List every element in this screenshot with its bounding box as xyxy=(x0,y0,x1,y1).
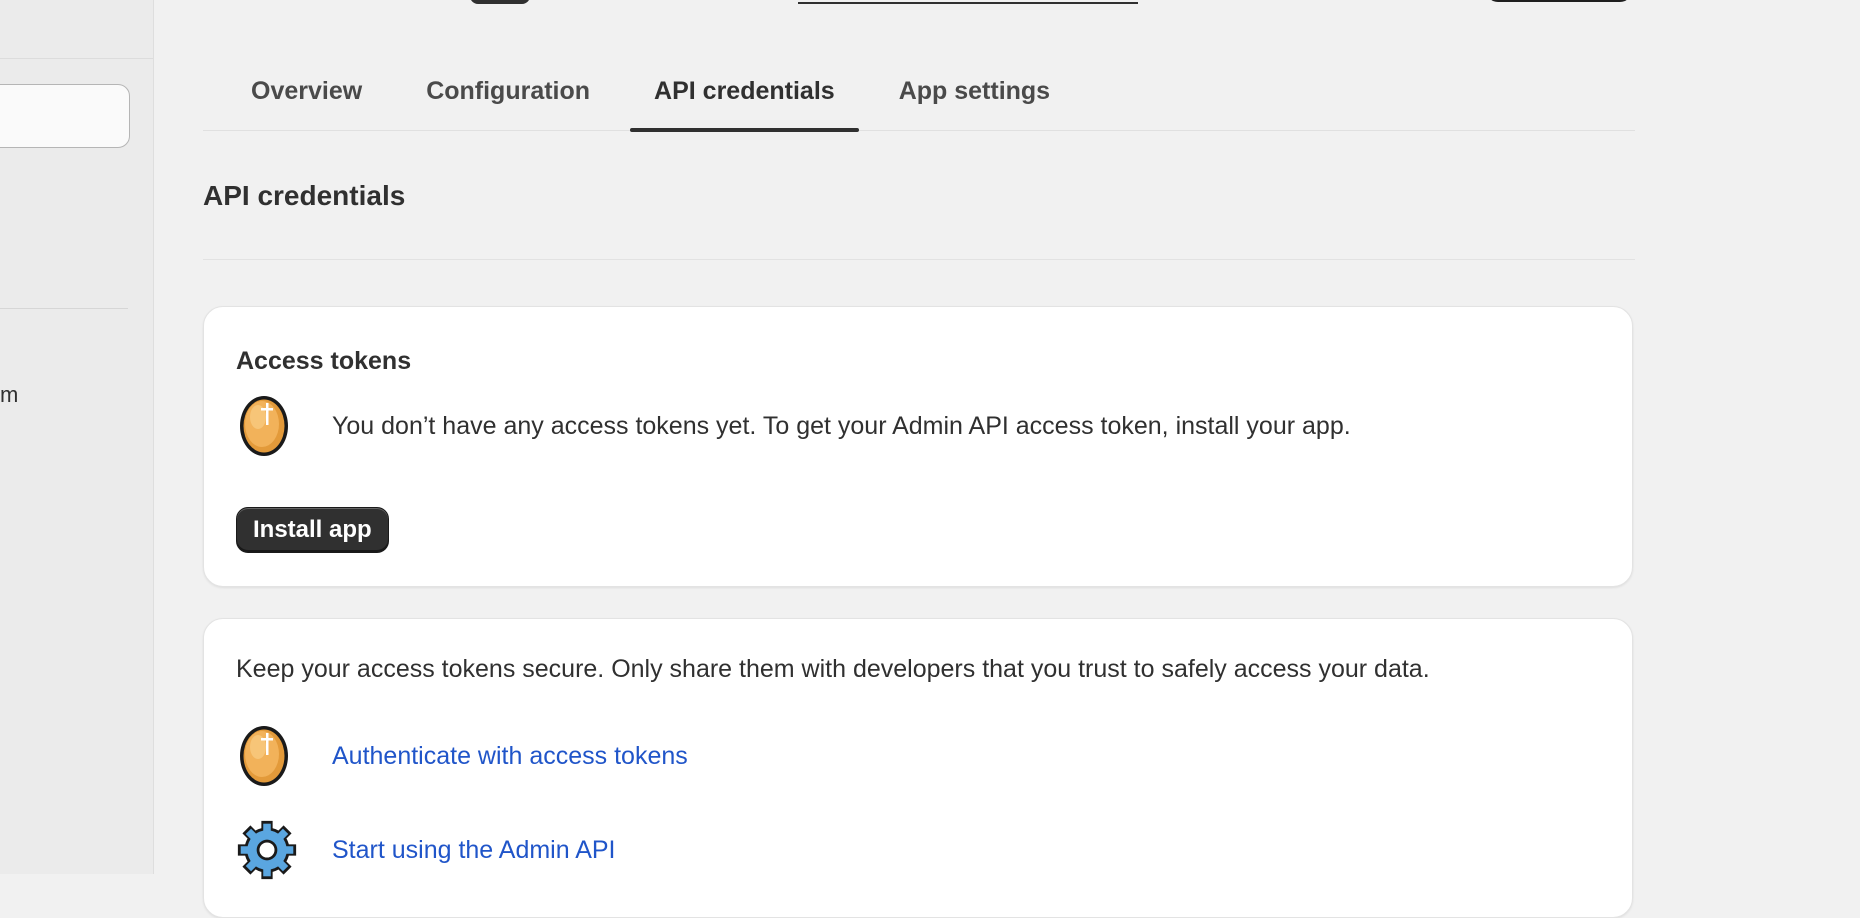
tab-app-settings[interactable]: App settings xyxy=(875,52,1074,130)
access-tokens-empty-state: You don’t have any access tokens yet. To… xyxy=(236,393,1351,459)
security-message: Keep your access tokens secure. Only sha… xyxy=(236,655,1430,683)
link-row: Start using the Admin API xyxy=(236,819,616,881)
tab-label: Overview xyxy=(251,76,363,105)
section-title: API credentials xyxy=(203,180,406,211)
access-tokens-card: Access tokens You don’t have any access … xyxy=(203,306,1633,587)
install-app-button[interactable]: Install app xyxy=(236,507,389,553)
header-link-fragment[interactable] xyxy=(798,0,1138,4)
empty-state-message: You don’t have any access tokens yet. To… xyxy=(332,411,1351,440)
card-heading: Access tokens xyxy=(236,347,412,375)
sidebar-item-label[interactable]: m xyxy=(0,382,18,408)
security-card: Keep your access tokens secure. Only sha… xyxy=(203,618,1633,918)
page-title-fragment xyxy=(470,0,530,4)
authenticate-link[interactable]: Authenticate with access tokens xyxy=(332,742,688,771)
tab-configuration[interactable]: Configuration xyxy=(402,52,614,130)
admin-api-link[interactable]: Start using the Admin API xyxy=(332,836,616,865)
gear-icon xyxy=(237,820,297,880)
link-row: Authenticate with access tokens xyxy=(236,723,688,789)
tab-overview[interactable]: Overview xyxy=(227,52,386,130)
tab-api-credentials[interactable]: API credentials xyxy=(630,52,859,132)
coin-icon xyxy=(240,726,288,786)
tab-label: Configuration xyxy=(426,76,591,105)
tab-bar: Overview Configuration API credentials A… xyxy=(203,52,1635,132)
sidebar-search-input[interactable] xyxy=(0,84,130,148)
sidebar: m xyxy=(0,0,154,874)
section-divider xyxy=(203,259,1635,260)
tab-label: API credentials xyxy=(654,76,835,105)
sidebar-divider xyxy=(0,58,153,59)
sidebar-divider xyxy=(0,308,128,309)
coin-icon xyxy=(240,396,288,456)
tab-label: App settings xyxy=(898,76,1051,105)
header-button-fragment[interactable] xyxy=(1486,0,1632,2)
